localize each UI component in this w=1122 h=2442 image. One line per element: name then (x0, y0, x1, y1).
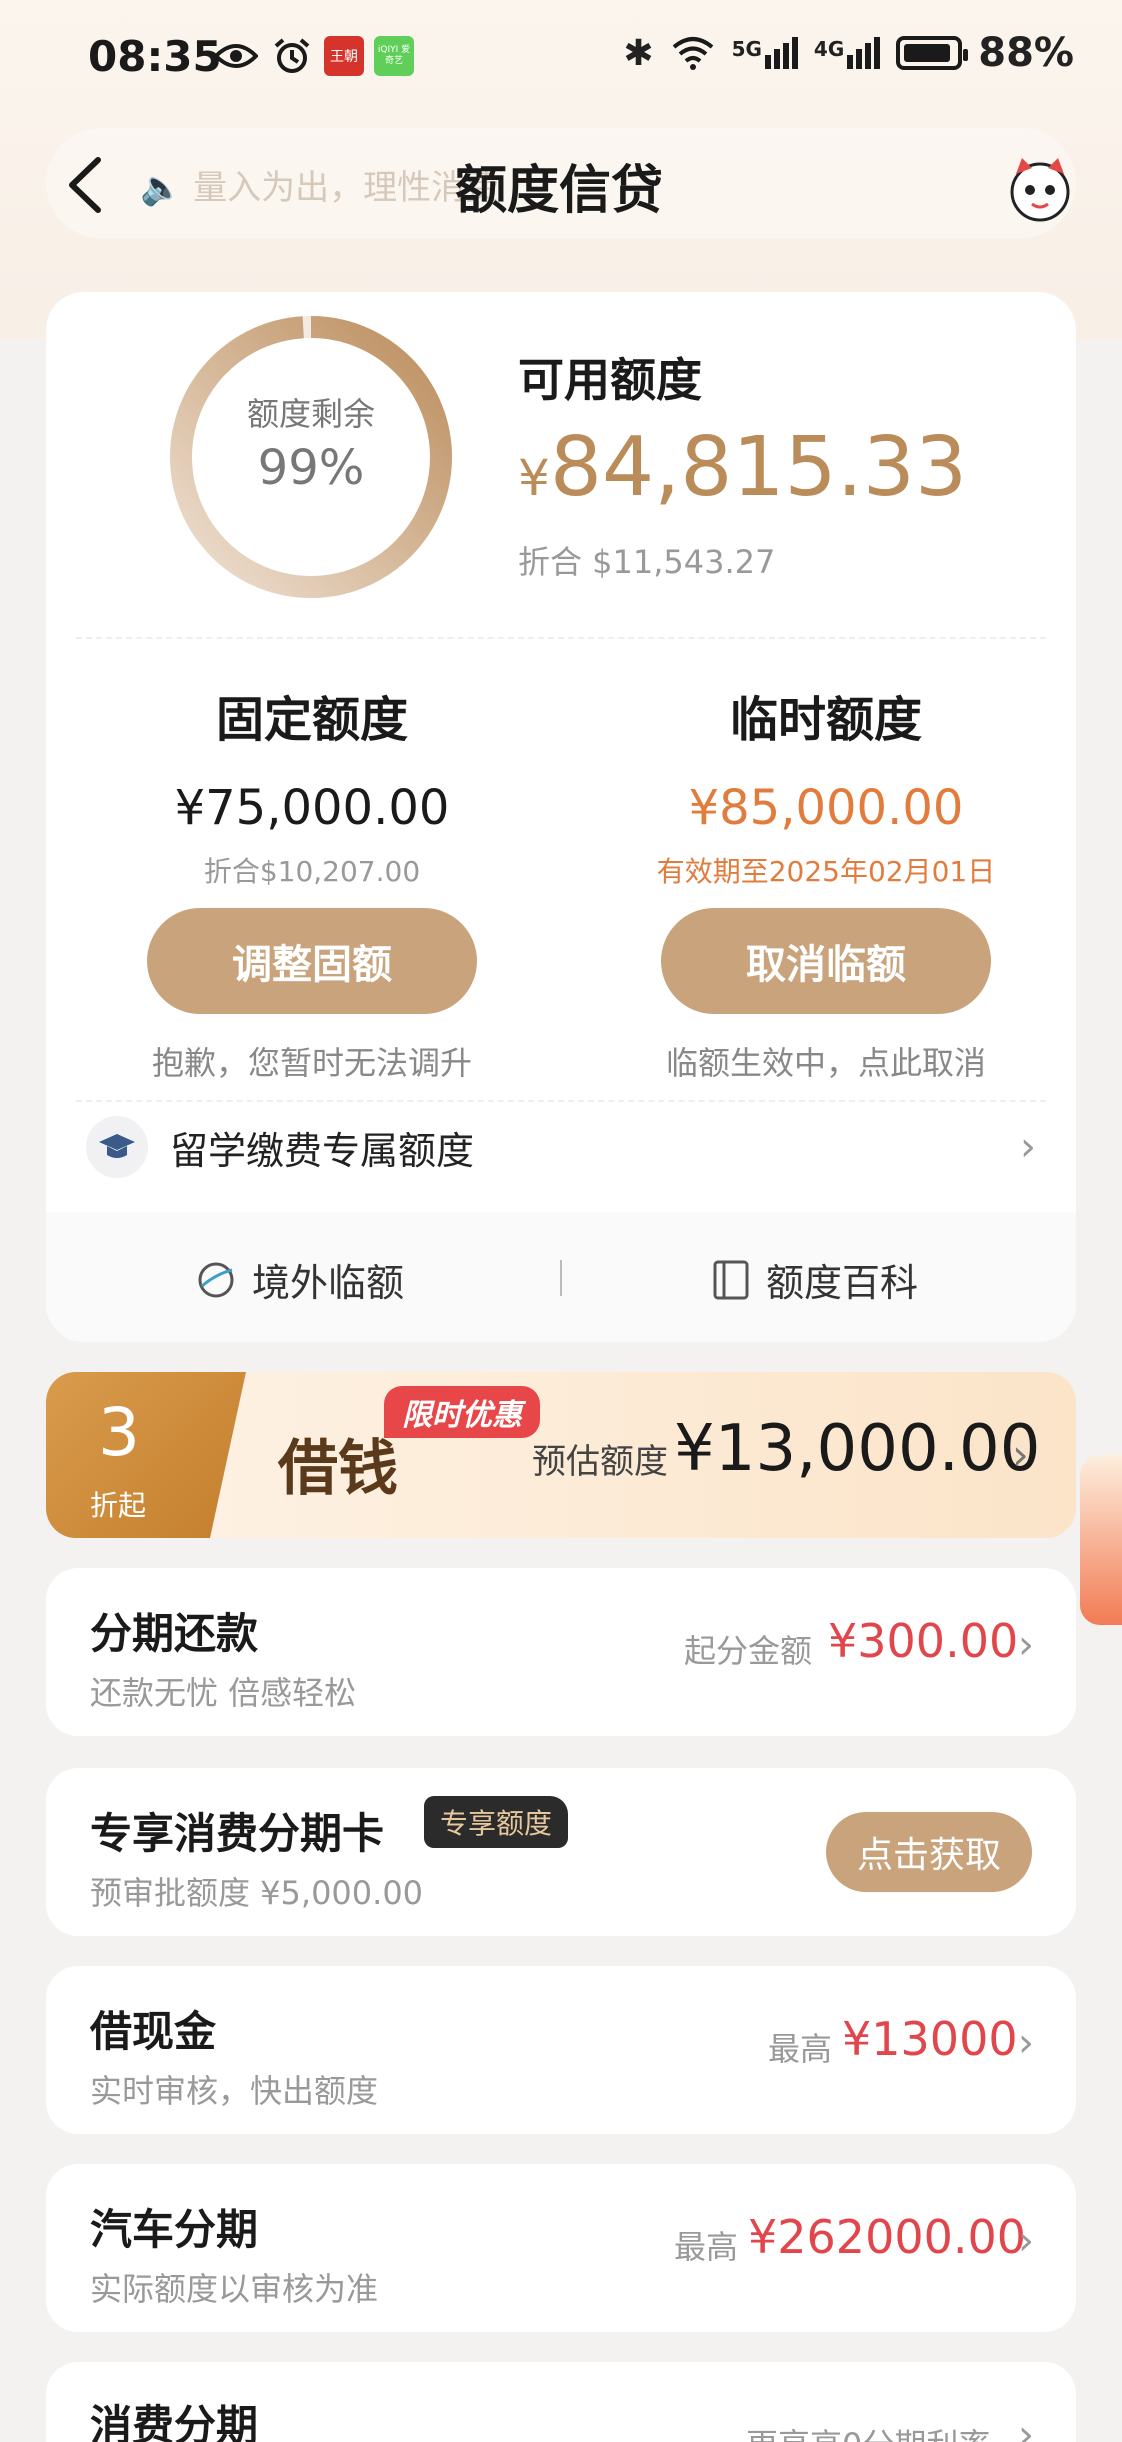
row-right-label: 更享高0分期利率 (746, 2420, 990, 2442)
credit-wiki-link[interactable]: 额度百科 (712, 1252, 918, 1307)
currency-symbol: ¥ (518, 449, 550, 507)
credit-card: 额度剩余 99% 可用额度 ¥84,815.33 折合 $11,543.27 固… (46, 292, 1076, 1342)
temp-title: 临时额度 (729, 692, 922, 748)
row-subtitle: 还款无忧 倍感轻松 (90, 1674, 357, 1712)
temp-amount: ¥85,000.00 (688, 780, 964, 836)
app-badge-iqiyi: iQIYI 爱奇艺 (374, 36, 414, 76)
overseas-temp-link[interactable]: 境外临额 (196, 1252, 404, 1307)
status-right: ✱ 5G 4G 88% (623, 30, 1074, 76)
adjust-fixed-button[interactable]: 调整固额 (147, 908, 477, 1014)
borrow-banner[interactable]: 3 折起 借钱 限时优惠 预估额度 ¥13,000.00 › (46, 1372, 1076, 1538)
graduation-cap-icon (86, 1116, 148, 1178)
row-right-value: ¥300.00 (828, 1614, 1019, 1668)
row-subtitle: 预审批额度 ¥5,000.00 (90, 1874, 424, 1912)
signal-5g-label: 5G (731, 37, 762, 61)
row-right-label: 最高 (674, 2228, 739, 2266)
estimate-label: 预估额度 (532, 1442, 668, 1482)
row-title: 专享消费分期卡 (90, 1809, 385, 1858)
row-subtitle: 实时审核，快出额度 (90, 2072, 379, 2110)
wifi-icon (672, 37, 713, 70)
fixed-credit-section: 固定额度 ¥75,000.00 折合$10,207.00 调整固额 抱歉，您暂时… (72, 680, 552, 1084)
notice-marquee: 🔈 量入为出，理性消费 (140, 160, 499, 209)
installment-repay-row[interactable]: 分期还款 还款无忧 倍感轻松 起分金额 ¥300.00 › (46, 1568, 1076, 1736)
chevron-right-icon: › (1020, 1124, 1036, 1170)
chevron-right-icon: › (1018, 2218, 1034, 2264)
discount-number: 3 (98, 1394, 140, 1471)
row-right-label: 最高 (768, 2030, 833, 2068)
fixed-title: 固定额度 (215, 692, 408, 748)
mascot-icon[interactable] (1004, 152, 1076, 224)
row-title: 消费分期 (90, 2401, 259, 2442)
chevron-right-icon: › (1018, 2020, 1034, 2066)
study-label: 留学缴费专属额度 (170, 1128, 475, 1173)
app-badge-wangchao: 王朝 (324, 36, 364, 76)
overseas-label: 境外临额 (252, 1261, 405, 1305)
row-right-label: 起分金额 (684, 1632, 813, 1670)
signal-4g: 4G (813, 37, 881, 69)
fixed-amount: ¥75,000.00 (174, 780, 450, 836)
signal-4g-label: 4G (813, 37, 845, 61)
temp-note[interactable]: 临额生效中，点此取消 (586, 1038, 1066, 1084)
temp-valid: 有效期至2025年02月01日 (656, 855, 996, 888)
speaker-icon: 🔈 (140, 168, 183, 208)
battery-percent: 88% (978, 30, 1074, 76)
row-subtitle: 实际额度以审核为准 (90, 2270, 379, 2308)
eye-icon (214, 36, 258, 76)
available-usd: 折合 $11,543.27 (518, 543, 776, 581)
page-title: 额度信贷 (455, 161, 664, 221)
consumer-installment-row[interactable]: 消费分期 更享高0分期利率 › (46, 2362, 1076, 2442)
chevron-right-icon: › (1018, 1622, 1034, 1668)
chevron-right-icon: › (1012, 1430, 1029, 1479)
divider (76, 1100, 1046, 1102)
wiki-label: 额度百科 (766, 1261, 919, 1305)
fixed-note: 抱歉，您暂时无法调升 (151, 1044, 472, 1082)
fixed-usd: 折合$10,207.00 (203, 855, 421, 888)
floating-promo-widget[interactable] (1080, 1455, 1122, 1625)
row-title: 分期还款 (90, 1609, 259, 1658)
row-title: 汽车分期 (90, 2205, 259, 2254)
bluetooth-icon: ✱ (623, 32, 654, 74)
limited-offer-tag: 限时优惠 (384, 1386, 540, 1438)
globe-icon (198, 1262, 234, 1297)
back-button[interactable] (60, 150, 120, 220)
borrow-title: 借钱 (278, 1434, 398, 1504)
row-right-value: ¥262000.00 (748, 2210, 1027, 2264)
row-title: 借现金 (90, 2007, 217, 2056)
ring-percent: 99% (257, 440, 365, 496)
car-installment-row[interactable]: 汽车分期 实际额度以审核为准 最高 ¥262000.00 › (46, 2164, 1076, 2332)
exclusive-card-row[interactable]: 专享消费分期卡 专享额度 预审批额度 ¥5,000.00 点击获取 (46, 1768, 1076, 1936)
notice-text: 量入为出，理性消费 (193, 168, 500, 208)
temp-credit-section: 临时额度 ¥85,000.00 有效期至2025年02月01日 取消临额 临额生… (586, 680, 1066, 1084)
estimate-amount: ¥13,000.00 (674, 1412, 1041, 1486)
available-label: 可用额度 (518, 353, 702, 407)
divider (76, 637, 1046, 639)
row-right-value: ¥13000 (842, 2012, 1018, 2066)
exclusive-badge: 专享额度 (424, 1796, 569, 1848)
status-time: 08:35 (88, 32, 222, 81)
book-icon (713, 1260, 749, 1299)
study-abroad-row[interactable]: 留学缴费专属额度 › (86, 1112, 1036, 1182)
discount-unit: 折起 (90, 1489, 147, 1522)
chevron-right-icon: › (1018, 2412, 1034, 2442)
status-bar: 08:35 王朝 iQIYI 爱奇艺 ✱ 5G 4G 88% (0, 0, 1122, 120)
footer-separator (560, 1260, 562, 1296)
cash-loan-row[interactable]: 借现金 实时审核，快出额度 最高 ¥13000 › (46, 1966, 1076, 2134)
battery-icon (896, 36, 969, 70)
alarm-icon (272, 36, 312, 76)
get-card-button[interactable]: 点击获取 (826, 1812, 1032, 1892)
available-amount: ¥84,815.33 (518, 420, 967, 515)
signal-5g: 5G (732, 37, 798, 69)
cancel-temp-button[interactable]: 取消临额 (661, 908, 991, 1014)
ring-label: 额度剩余 (246, 395, 375, 433)
available-value: 84,815.33 (549, 420, 968, 515)
